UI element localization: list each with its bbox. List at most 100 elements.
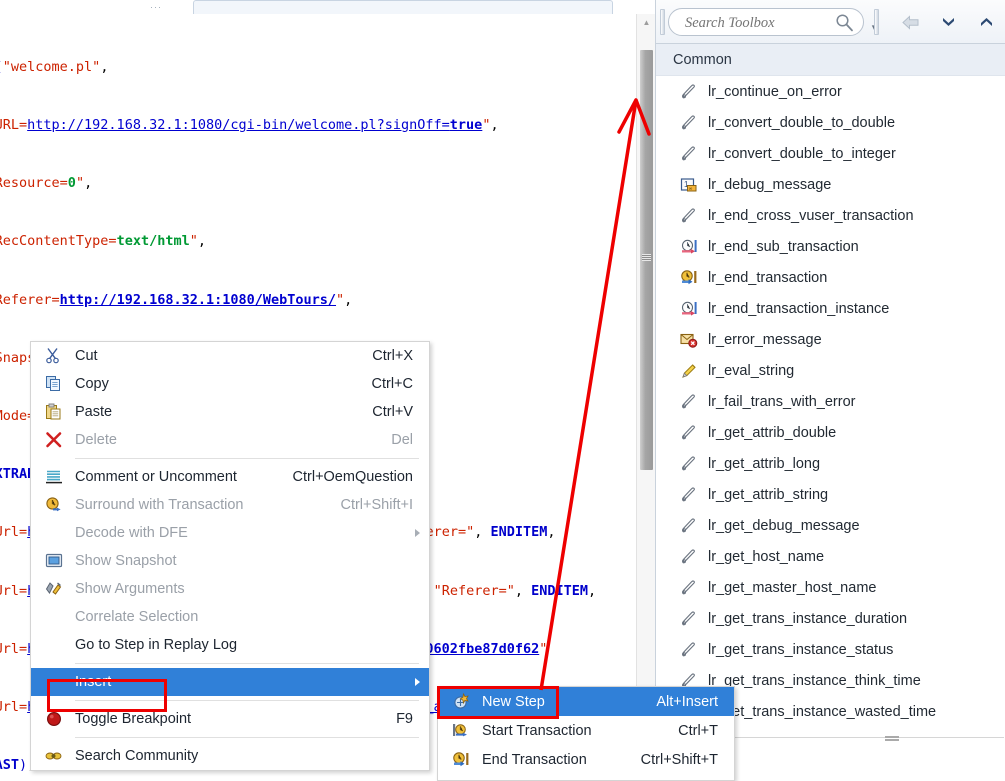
active-document-tab[interactable]	[193, 0, 613, 14]
toolbox-item-label: lr_get_trans_instance_duration	[708, 610, 908, 627]
pen-icon	[678, 207, 700, 225]
context-menu-item[interactable]: Go to Step in Replay Log	[31, 631, 429, 659]
pen-icon	[678, 579, 700, 597]
insert-submenu[interactable]: New Step Alt+Insert Start Transaction Ctrl+…	[437, 686, 735, 781]
community-icon	[41, 745, 67, 767]
no-icon	[41, 522, 67, 544]
submenu-item[interactable]: Start Transaction Ctrl+T	[438, 716, 734, 745]
context-menu-item: Show Snapshot	[31, 547, 429, 575]
context-menu-item-shortcut: Ctrl+OemQuestion	[292, 469, 413, 485]
submenu-item-label: End Transaction	[482, 751, 587, 768]
code-line: "RecContentType=text/html",	[0, 233, 206, 250]
pen-icon	[678, 486, 700, 504]
submenu-item[interactable]: New Step Alt+Insert	[438, 687, 734, 716]
toolbox-item[interactable]: lr_end_sub_transaction	[656, 231, 1005, 262]
search-input[interactable]	[683, 9, 833, 37]
context-menu-item[interactable]: Copy Ctrl+C	[31, 370, 429, 398]
toolbox-item[interactable]: lr_get_attrib_double	[656, 417, 1005, 448]
scrollbar-grip	[642, 254, 651, 261]
end-sub-transaction-icon	[678, 238, 700, 256]
splitter-grip-icon[interactable]	[885, 735, 899, 741]
toolbar-grabber-right[interactable]	[874, 9, 879, 35]
toolbox-item[interactable]: lr_get_host_name	[656, 541, 1005, 572]
toolbox-item[interactable]: lr_eval_string	[656, 355, 1005, 386]
submenu-item-shortcut: Ctrl+T	[678, 722, 718, 739]
editor-context-menu[interactable]: Cut Ctrl+X Copy Ctrl+C Paste Ctrl+V Delete Del C…	[30, 341, 430, 771]
transaction-icon	[41, 494, 67, 516]
toolbox-item[interactable]: lr_end_cross_vuser_transaction	[656, 200, 1005, 231]
toolbox-item-label: lr_debug_message	[708, 176, 832, 193]
toolbox-function-list[interactable]: lr_continue_on_error lr_convert_double_to…	[656, 76, 1005, 731]
context-menu-item-label: Go to Step in Replay Log	[75, 637, 238, 653]
breakpoint-icon	[41, 708, 67, 730]
submenu-item-label: New Step	[482, 693, 545, 710]
toolbox-item[interactable]: lr_convert_double_to_integer	[656, 138, 1005, 169]
toolbox-item[interactable]: lr_error_message	[656, 324, 1005, 355]
context-menu-item: Show Arguments	[31, 575, 429, 603]
toolbox-item-label: lr_continue_on_error	[708, 83, 842, 100]
toolbox-item[interactable]: lr_get_attrib_string	[656, 479, 1005, 510]
toolbox-item[interactable]: lr_get_debug_message	[656, 510, 1005, 541]
context-menu-item-shortcut: F9	[396, 711, 413, 727]
editor-vertical-scrollbar[interactable]: ▲	[636, 14, 656, 781]
context-menu-item-label: Surround with Transaction	[75, 497, 244, 513]
context-menu-item[interactable]: Search Community	[31, 742, 429, 770]
toolbox-group-header[interactable]: Common	[656, 44, 1005, 76]
code-line: b_url("welcome.pl",	[0, 58, 109, 75]
toolbox-item-label: lr_get_trans_instance_think_time	[708, 672, 921, 689]
no-icon	[41, 671, 67, 693]
toolbox-item[interactable]: lr_convert_double_to_double	[656, 107, 1005, 138]
context-menu-item[interactable]: Comment or Uncomment Ctrl+OemQuestion	[31, 463, 429, 491]
toolbox-item[interactable]: lr_fail_trans_with_error	[656, 386, 1005, 417]
toolbox-item-label: lr_error_message	[708, 331, 822, 348]
submenu-item[interactable]: Rendezvous	[438, 774, 734, 780]
context-menu-item[interactable]: Insert	[31, 668, 429, 696]
end-transaction-icon	[448, 749, 474, 771]
pencil-icon	[678, 362, 700, 380]
toolbox-item-label: lr_eval_string	[708, 362, 795, 379]
scroll-up-arrow-icon[interactable]: ▲	[637, 14, 656, 31]
toolbox-item-label: lr_end_transaction_instance	[708, 300, 890, 317]
search-icon[interactable]	[835, 13, 854, 32]
toolbox-item[interactable]: lr_get_trans_instance_duration	[656, 603, 1005, 634]
toolbox-item[interactable]: lr_continue_on_error	[656, 76, 1005, 107]
delete-x-icon	[41, 429, 67, 451]
back-arrow-icon[interactable]	[896, 10, 924, 35]
context-menu-item[interactable]: Paste Ctrl+V	[31, 398, 429, 426]
toolbox-item[interactable]: lr_end_transaction	[656, 262, 1005, 293]
toolbox-item[interactable]: lr_get_trans_instance_status	[656, 634, 1005, 665]
context-menu-item: Correlate Selection	[31, 603, 429, 631]
menu-separator	[75, 737, 419, 738]
search-toolbox-box[interactable]	[668, 8, 864, 37]
submenu-item-label: Start Transaction	[482, 722, 592, 739]
code-line: "URL=http://192.168.32.1:1080/cgi-bin/we…	[0, 117, 499, 134]
no-icon	[41, 606, 67, 628]
context-menu-item[interactable]: Cut Ctrl+X	[31, 342, 429, 370]
context-menu-item-label: Search Community	[75, 748, 199, 764]
toolbox-item[interactable]: lr_end_transaction_instance	[656, 293, 1005, 324]
toolbox-item-label: lr_get_attrib_long	[708, 455, 821, 472]
submenu-arrow-icon	[415, 529, 420, 537]
toolbox-item-label: lr_end_sub_transaction	[708, 238, 859, 255]
double-chevron-down-icon[interactable]	[934, 10, 962, 35]
context-menu-item: Surround with Transaction Ctrl+Shift+I	[31, 491, 429, 519]
toolbox-item[interactable]: lr_get_attrib_long	[656, 448, 1005, 479]
toolbox-panel: ▾ Common lr_continue_on_error lr_convert_…	[655, 0, 1005, 781]
toolbox-item[interactable]: lr_get_master_host_name	[656, 572, 1005, 603]
context-menu-item: Decode with DFE	[31, 519, 429, 547]
context-menu-item-label: Copy	[75, 376, 109, 392]
context-menu-item-label: Paste	[75, 404, 113, 420]
paste-icon	[41, 401, 67, 423]
context-menu-item-shortcut: Ctrl+X	[372, 348, 413, 364]
double-chevron-up-icon[interactable]	[972, 10, 1000, 35]
toolbox-item[interactable]: 1 ∞ lr_debug_message	[656, 169, 1005, 200]
code-line: "Referer=http://192.168.32.1:1080/WebTou…	[0, 291, 353, 308]
context-menu-item[interactable]: Toggle Breakpoint F9	[31, 705, 429, 733]
comment-icon	[41, 466, 67, 488]
context-menu-item-label: Show Snapshot	[75, 553, 177, 569]
new-step-icon	[448, 691, 474, 713]
start-transaction-icon	[448, 720, 474, 742]
editor-tab-strip: ···	[0, 0, 655, 14]
submenu-item[interactable]: End Transaction Ctrl+Shift+T	[438, 745, 734, 774]
toolbar-grabber-left[interactable]	[660, 9, 665, 35]
